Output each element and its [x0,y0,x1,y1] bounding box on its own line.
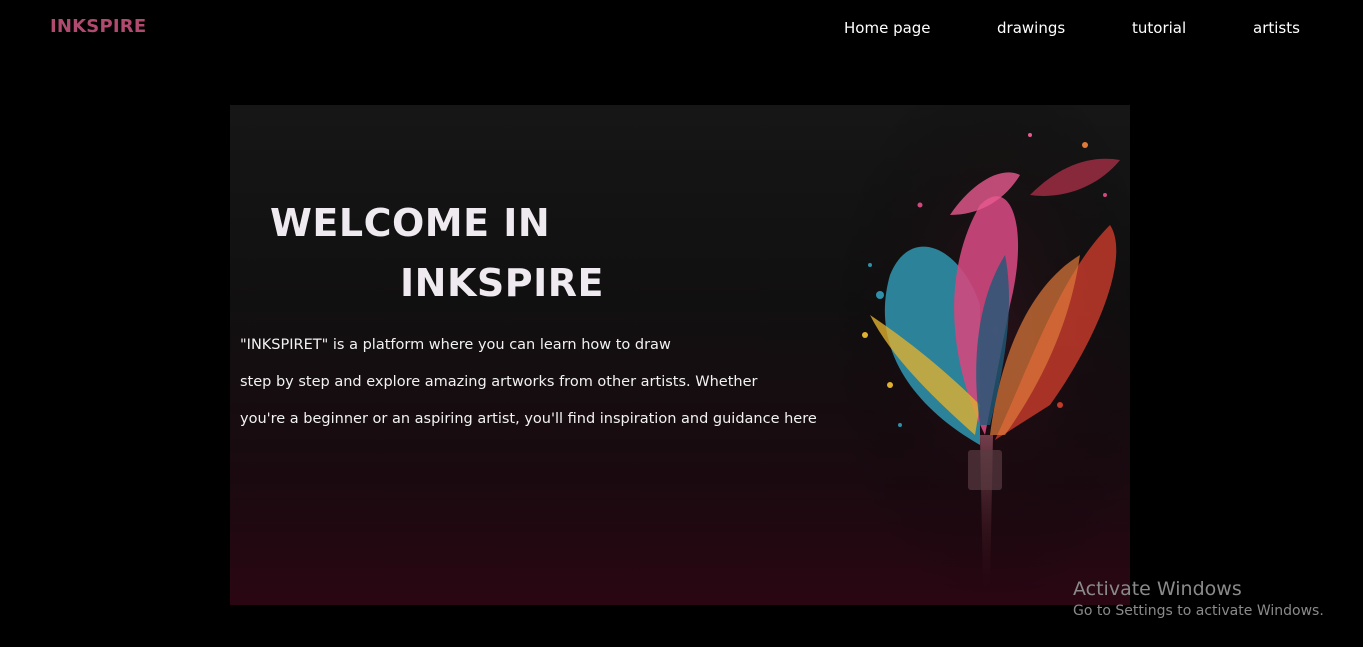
page: INKSPIRE Home page drawings tutorial art… [0,0,1363,647]
hero-description-line-3: you're a beginner or an aspiring artist,… [240,411,817,427]
paint-brush-splash-image [830,105,1130,605]
nav-link-tutorial[interactable]: tutorial [1132,19,1186,37]
activate-windows-watermark: Activate Windows Go to Settings to activ… [1073,577,1324,621]
watermark-title: Activate Windows [1073,578,1242,600]
hero-description-line-1: "INKSPIRET" is a platform where you can … [240,337,671,353]
hero-title-line-2: INKSPIRE [400,261,604,305]
nav-link-artists[interactable]: artists [1253,19,1300,37]
top-nav: Home page drawings tutorial artists [0,19,1363,43]
hero-banner: WELCOME IN INKSPIRE "INKSPIRET" is a pla… [230,105,1130,605]
nav-link-home[interactable]: Home page [844,19,931,37]
watermark-subtitle: Go to Settings to activate Windows. [1073,603,1324,619]
hero-title-line-1: WELCOME IN [270,201,551,245]
hero-description-line-2: step by step and explore amazing artwork… [240,374,758,390]
nav-link-drawings[interactable]: drawings [997,19,1065,37]
